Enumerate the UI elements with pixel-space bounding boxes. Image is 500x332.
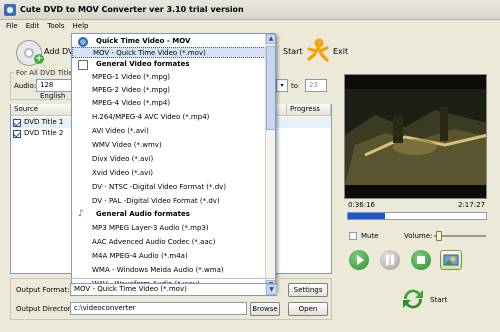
snapshot-button[interactable] <box>440 250 462 270</box>
convert-start-button[interactable]: Start <box>430 296 447 304</box>
music-note-icon: ♪ <box>78 209 84 219</box>
dropdown-item[interactable]: WMA - Windows Meida Audio (*.wma) <box>72 265 266 276</box>
stop-button[interactable] <box>411 250 431 270</box>
dropdown-item[interactable]: M4A MPEG-4 Audio (*.m4a) <box>72 251 266 262</box>
scroll-up-icon[interactable]: ▲ <box>266 34 275 44</box>
dropdown-item[interactable]: DV - PAL -Digital Video Format (*.dv) <box>72 196 266 207</box>
video-preview <box>344 74 487 199</box>
exit-button[interactable]: Exit <box>333 47 348 56</box>
app-icon <box>4 3 16 16</box>
volume-label: Volume: <box>404 232 433 240</box>
audio-label: Audio: <box>14 82 37 90</box>
chapter-to-spinner[interactable]: 23 <box>305 79 327 92</box>
dropdown-item[interactable]: MPEG-4 Video (*.mp4) <box>72 98 266 109</box>
scroll-thumb[interactable] <box>266 46 275 130</box>
quicktime-icon <box>78 37 88 47</box>
add-plus-icon[interactable]: + <box>34 54 44 64</box>
dropdown-group-header: Quick Time Video - MOV <box>72 36 266 47</box>
output-directory-label: Output Directory: <box>16 305 77 313</box>
row-label: DVD Title 1 <box>24 118 64 126</box>
row-checkbox[interactable] <box>13 118 21 127</box>
dropdown-item[interactable]: MP3 MPEG Layer-3 Audio (*.mp3) <box>72 223 266 234</box>
format-dropdown-list[interactable]: Quick Time Video - MOV MOV - Quick Time … <box>71 33 276 291</box>
video-frame <box>345 75 486 198</box>
mute-label: Mute <box>361 232 379 240</box>
volume-slider-knob[interactable] <box>436 231 442 241</box>
dropdown-item[interactable]: AAC Advenced Audio Codec (*.aac) <box>72 237 266 248</box>
pause-button[interactable] <box>380 250 400 270</box>
dropdown-item[interactable]: MOV - Quick Time Video (*.mov) <box>72 47 266 58</box>
row-checkbox[interactable] <box>13 129 21 138</box>
to-label: to <box>291 82 299 90</box>
dropdown-item[interactable]: MPEG-1 Video (*.mpg) <box>72 72 266 83</box>
dropdown-item[interactable]: Xvid Video (*.avi) <box>72 168 266 179</box>
audio-select[interactable]: 128 English <box>36 79 74 100</box>
progress-column-header[interactable]: Progress <box>287 104 331 116</box>
play-button[interactable] <box>349 250 369 270</box>
menu-file[interactable]: File <box>6 22 18 30</box>
menu-help[interactable]: Help <box>73 22 89 30</box>
dropdown-item[interactable]: AVI Video (*.avi) <box>72 126 266 137</box>
dropdown-scrollbar[interactable]: ▲ ▼ <box>265 34 275 290</box>
dropdown-group-header: ♪ General Audio formates <box>78 209 190 219</box>
group-title: For All DVD Titles <box>14 69 79 77</box>
film-reel-icon <box>78 60 88 70</box>
playback-progress-fill <box>348 213 385 219</box>
total-time: 2:17:27 <box>458 201 485 209</box>
dropdown-item[interactable]: H.264/MPEG-4 AVC Video (*.mp4) <box>72 112 266 123</box>
dropdown-item[interactable]: WMV Video (*.wmv) <box>72 140 266 151</box>
dropdown-group-header: General Video formates <box>72 59 266 70</box>
dropdown-item[interactable]: DV - NTSC -Digital Video Format (*.dv) <box>72 182 266 193</box>
exit-runner-icon[interactable] <box>306 38 330 64</box>
play-icon <box>357 255 364 265</box>
current-time: 0:36:16 <box>348 201 375 209</box>
stop-icon <box>417 256 425 264</box>
snapshot-icon <box>443 254 459 266</box>
output-directory-input[interactable]: c:\videoconverter <box>70 302 247 315</box>
open-button[interactable]: Open <box>288 302 328 316</box>
title-bar: Cute DVD to MOV Converter ver 3.10 trial… <box>0 0 500 20</box>
chapter-from-spinner[interactable]: ▾ <box>276 79 288 92</box>
start-button[interactable]: Start <box>283 47 303 56</box>
playback-progress-bar[interactable] <box>347 212 487 220</box>
chevron-down-icon[interactable]: ▼ <box>266 284 277 295</box>
pause-icon <box>386 255 394 265</box>
mute-checkbox[interactable] <box>349 232 357 240</box>
dropdown-item[interactable]: MPEG-2 Video (*.mpg) <box>72 85 266 96</box>
row-label: DVD Title 2 <box>24 129 64 137</box>
window-title: Cute DVD to MOV Converter ver 3.10 trial… <box>20 5 244 14</box>
output-format-label: Output Format: <box>16 286 70 294</box>
menu-tools[interactable]: Tools <box>47 22 64 30</box>
convert-start-icon[interactable] <box>398 284 428 314</box>
settings-button[interactable]: Settings <box>288 283 328 297</box>
output-format-select[interactable]: MOV - Quick Time Video (*.mov) <box>70 283 277 296</box>
menu-bar: File Edit Tools Help <box>0 20 500 32</box>
menu-edit[interactable]: Edit <box>26 22 40 30</box>
dropdown-item[interactable]: Divx Video (*.avi) <box>72 154 266 165</box>
browse-button[interactable]: Browse <box>250 302 280 316</box>
